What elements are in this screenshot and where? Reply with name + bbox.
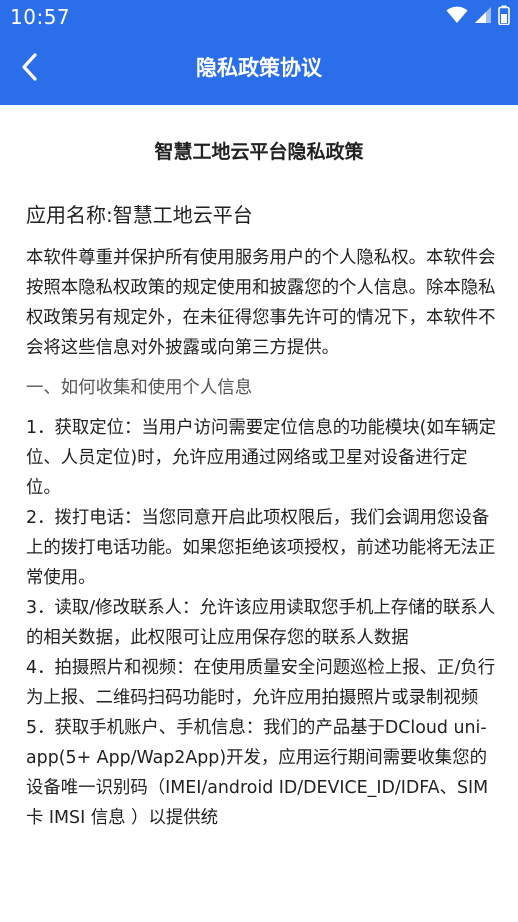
header: 10:57 隐私政策协议: [0, 0, 518, 105]
document-title: 智慧工地云平台隐私政策: [154, 141, 364, 163]
policy-content[interactable]: 智慧工地云平台隐私政策 应用名称:智慧工地云平台 本软件尊重并保护所有使用服务用…: [0, 105, 518, 922]
privacy-policy-screen: 10:57 隐私政策协议 智慧工地云平台隐私政策 应用名称:智慧工地云平台 本软…: [0, 0, 518, 922]
navigation-bar: 隐私政策协议: [0, 34, 518, 105]
status-icons: [446, 5, 510, 29]
battery-icon: [498, 5, 510, 29]
page-title: 隐私政策协议: [196, 56, 322, 80]
list-item: 5．获取手机账户、手机信息：我们的产品基于DCloud uni-app(5+ A…: [26, 718, 489, 828]
section-heading: 一、如何收集和使用个人信息: [26, 378, 253, 398]
list-item: 1．获取定位：当用户访问需要定位信息的功能模块(如车辆定位、人员定位)时，允许应…: [26, 418, 497, 498]
status-time: 10:57: [10, 5, 71, 29]
list-item: 3．读取/修改联系人：允许该应用读取您手机上存储的联系人的相关数据，此权限可让应…: [26, 598, 496, 648]
permission-list: 1．获取定位：当用户访问需要定位信息的功能模块(如车辆定位、人员定位)时，允许应…: [26, 413, 496, 833]
signal-icon: [474, 6, 492, 28]
status-bar: 10:57: [0, 0, 518, 34]
intro-paragraph: 本软件尊重并保护所有使用服务用户的个人隐私权。本软件会按照本隐私权政策的规定使用…: [26, 248, 496, 358]
list-item: 4．拍摄照片和视频：在使用质量安全问题巡检上报、正/负行为上报、二维码扫码功能时…: [26, 658, 496, 708]
wifi-icon: [446, 6, 468, 28]
list-item: 2．拨打电话：当您同意开启此项权限后，我们会调用您设备上的拨打电话功能。如果您拒…: [26, 508, 496, 588]
app-name-line: 应用名称:智慧工地云平台: [26, 203, 253, 227]
